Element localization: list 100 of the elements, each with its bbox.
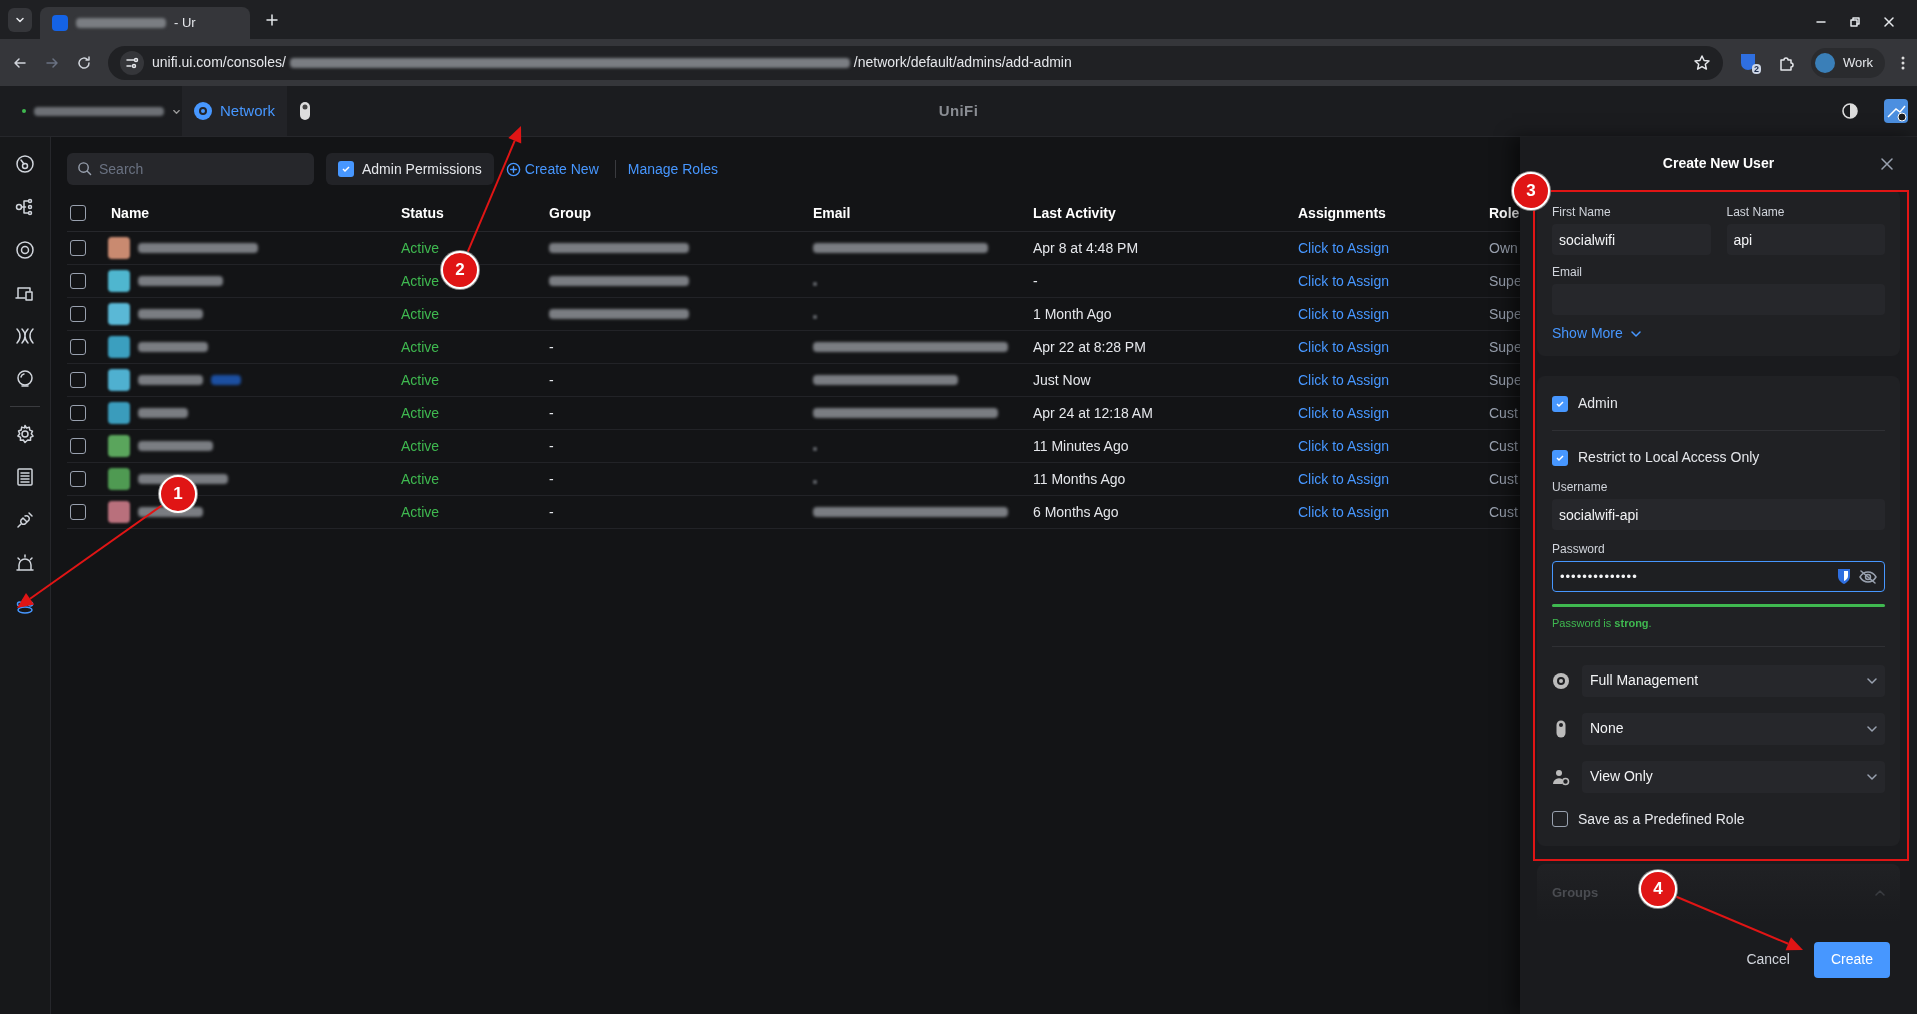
status-text: Active (401, 469, 441, 489)
input-field[interactable]: socialwifi (1552, 224, 1711, 255)
redacted-text (138, 408, 188, 418)
user-avatar-icon[interactable] (1883, 98, 1909, 124)
avatar-icon (1814, 52, 1835, 73)
hide-password-icon[interactable] (1859, 569, 1877, 584)
role-dropdown[interactable]: None (1582, 712, 1885, 745)
table-cell-text: Cust (1489, 403, 1519, 423)
password-field[interactable]: •••••••••••••• (1552, 561, 1885, 592)
table-cell-text: 6 Months Ago (1033, 502, 1120, 522)
table-cell-text: 11 Minutes Ago (1033, 436, 1130, 456)
status-text: Active (401, 502, 441, 522)
field-label: Last Name (1726, 204, 1786, 221)
shield-icon[interactable] (1837, 568, 1851, 585)
field-label: Username (1552, 479, 1609, 496)
checkbox-label: Admin (1578, 394, 1618, 413)
assign-link[interactable]: Click to Assign (1298, 270, 1489, 292)
table-cell-text: Own (1489, 238, 1519, 258)
table-cell-text: - (549, 403, 555, 423)
column-header: Group (549, 203, 592, 223)
row-checkbox[interactable] (70, 471, 86, 487)
search-field[interactable]: Search (67, 153, 314, 185)
field-label: First Name (1552, 204, 1612, 221)
select-all-checkbox[interactable] (70, 205, 86, 221)
url-text: /network/default/admins/add-admin (853, 53, 1072, 72)
chevron-down-icon (1630, 328, 1641, 339)
contrast-icon[interactable] (1841, 102, 1859, 120)
assign-link[interactable]: Click to Assign (1298, 237, 1489, 259)
star-icon[interactable] (1692, 53, 1711, 72)
status-text: Active (401, 271, 441, 291)
address-bar[interactable]: unifi.ui.com/consoles/ /network/default/admins/add-admin (108, 45, 1723, 80)
input-field[interactable]: socialwifi-api (1552, 499, 1885, 530)
table-cell-text: - (549, 502, 555, 522)
assign-link[interactable]: Click to Assign (1298, 501, 1489, 523)
checkbox[interactable] (338, 161, 354, 177)
redacted-text (813, 281, 817, 286)
browser-tab[interactable]: - Ur (40, 7, 250, 39)
assign-link[interactable]: Click to Assign (1298, 435, 1489, 457)
table-cell-text: Apr 24 at 12:18 AM (1033, 403, 1154, 423)
row-checkbox[interactable] (70, 438, 86, 454)
restore-icon[interactable] (1849, 16, 1861, 28)
tab-list-icon[interactable] (8, 8, 32, 32)
row-checkbox[interactable] (70, 372, 86, 388)
column-header: Email (813, 203, 852, 223)
redacted-text (138, 375, 203, 385)
table-cell-text: - (549, 337, 555, 357)
assign-link[interactable]: Click to Assign (1298, 402, 1489, 424)
step-marker: 2 (441, 251, 479, 289)
more-icon[interactable] (1901, 54, 1905, 71)
cancel-button[interactable]: Cancel (1746, 949, 1790, 970)
table-cell-text: - (549, 469, 555, 489)
reload-icon[interactable] (76, 54, 92, 71)
assign-link[interactable]: Click to Assign (1298, 468, 1489, 490)
column-header: Assignments (1298, 203, 1387, 223)
checkbox[interactable] (1552, 449, 1568, 466)
table-cell-text: 1 Month Ago (1033, 304, 1113, 324)
assign-link[interactable]: Click to Assign (1298, 336, 1489, 358)
column-header: Last Activity (1033, 203, 1117, 223)
strength-text: Password is strong. (1552, 616, 1653, 631)
panel-title: Create New User (1662, 154, 1775, 173)
row-checkbox[interactable] (70, 273, 86, 289)
status-text: Active (401, 337, 441, 357)
status-text: Active (401, 304, 441, 324)
checkbox[interactable] (1552, 395, 1568, 412)
status-text: Active (401, 370, 441, 390)
url-text: unifi.ui.com/consoles/ (152, 53, 286, 72)
profile-button[interactable]: Work (1810, 47, 1885, 78)
table-cell-text: Apr 8 at 4:48 PM (1033, 238, 1140, 258)
table-cell-text: Cust (1489, 469, 1519, 489)
row-checkbox[interactable] (70, 306, 86, 322)
redacted-text (813, 314, 817, 319)
status-text: Active (401, 238, 441, 258)
show-more-link[interactable]: Show More (1552, 323, 1641, 344)
checkbox-label: Save as a Predefined Role (1578, 809, 1745, 829)
camera-device-icon[interactable] (299, 101, 311, 121)
assign-link[interactable]: Click to Assign (1298, 303, 1489, 325)
search-icon (77, 161, 92, 176)
chevron-down-icon (1867, 723, 1877, 734)
redacted-text (138, 342, 208, 352)
assign-link[interactable]: Click to Assign (1298, 369, 1489, 391)
table-cell-text: 11 Months Ago (1033, 469, 1127, 489)
create-new-link[interactable]: Create New (501, 158, 607, 180)
manage-roles-link[interactable]: Manage Roles (623, 158, 719, 180)
close-icon[interactable] (1881, 157, 1893, 170)
role-dropdown[interactable]: Full Management (1582, 664, 1885, 697)
checkbox-label: Admin Permissions (362, 159, 482, 179)
table-cell-text: - (549, 370, 555, 390)
row-checkbox[interactable] (70, 405, 86, 421)
network-tab[interactable]: Network (182, 86, 287, 136)
table-cell-text: Apr 22 at 8:28 PM (1033, 337, 1147, 357)
checkbox[interactable] (1552, 811, 1568, 827)
table-cell-text: - (1033, 271, 1039, 291)
brand-logo: UniFi (938, 100, 979, 121)
chevron-up-icon (1875, 887, 1885, 898)
status-text: Active (401, 436, 441, 456)
row-checkbox[interactable] (70, 240, 86, 256)
row-checkbox[interactable] (70, 504, 86, 520)
row-checkbox[interactable] (70, 339, 86, 355)
role-dropdown[interactable]: View Only (1582, 760, 1885, 793)
input-field[interactable]: api (1726, 224, 1885, 255)
